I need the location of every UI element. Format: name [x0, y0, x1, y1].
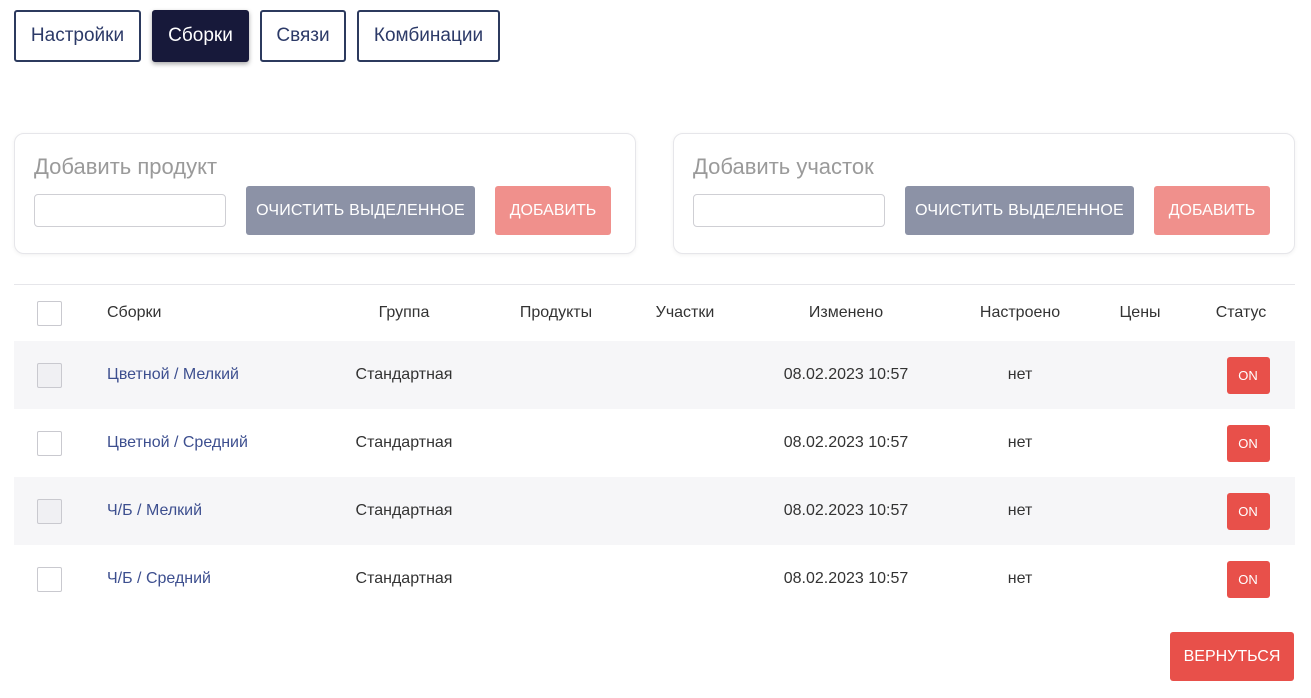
column-header-prices[interactable]: Цены — [1110, 285, 1170, 341]
areas-cell — [640, 409, 730, 477]
add-area-button[interactable]: ДОБАВИТЬ — [1154, 186, 1270, 235]
products-cell — [500, 409, 612, 477]
assembly-name-link[interactable]: Цветной / Средний — [107, 434, 248, 452]
add-area-title: Добавить участок — [693, 154, 874, 179]
group-cell: Стандартная — [355, 434, 453, 451]
add-product-card: Добавить продукт ОЧИСТИТЬ ВЫДЕЛЕННОЕ ДОБ… — [14, 133, 636, 254]
prices-cell — [1110, 477, 1170, 545]
prices-cell — [1110, 545, 1170, 613]
areas-cell — [640, 545, 730, 613]
select-all-checkbox[interactable] — [37, 301, 62, 326]
configured-cell: нет — [1007, 434, 1033, 451]
add-product-title: Добавить продукт — [34, 154, 218, 179]
add-area-card: Добавить участок ОЧИСТИТЬ ВЫДЕЛЕННОЕ ДОБ… — [673, 133, 1295, 254]
tab-links[interactable]: Связи — [260, 10, 346, 62]
status-toggle[interactable]: ON — [1226, 356, 1270, 394]
modified-cell: 08.02.2023 10:57 — [783, 502, 909, 519]
prices-cell — [1110, 409, 1170, 477]
row-checkbox[interactable] — [37, 499, 62, 524]
status-toggle[interactable]: ON — [1226, 560, 1270, 598]
assemblies-table: Сборки Группа Продукты Участки Изменено … — [14, 284, 1295, 613]
table-row: Ч/Б / Мелкий Стандартная 08.02.2023 10:5… — [14, 477, 1295, 545]
group-cell: Стандартная — [355, 502, 453, 519]
table-row: Ч/Б / Средний Стандартная 08.02.2023 10:… — [14, 545, 1295, 613]
tab-settings[interactable]: Настройки — [14, 10, 141, 62]
tab-combinations[interactable]: Комбинации — [357, 10, 500, 62]
modified-cell: 08.02.2023 10:57 — [783, 570, 909, 587]
column-header-areas[interactable]: Участки — [640, 285, 730, 341]
column-header-assemblies[interactable]: Сборки — [107, 285, 161, 341]
configured-cell: нет — [1007, 366, 1033, 383]
row-checkbox[interactable] — [37, 363, 62, 388]
column-header-products[interactable]: Продукты — [500, 285, 612, 341]
modified-cell: 08.02.2023 10:57 — [783, 434, 909, 451]
tab-bar: Настройки Сборки Связи Комбинации — [14, 10, 511, 62]
table-row: Цветной / Средний Стандартная 08.02.2023… — [14, 409, 1295, 477]
areas-cell — [640, 477, 730, 545]
add-product-input[interactable] — [34, 194, 226, 227]
assembly-name-link[interactable]: Цветной / Мелкий — [107, 366, 239, 384]
prices-cell — [1110, 341, 1170, 409]
add-area-input[interactable] — [693, 194, 885, 227]
status-toggle[interactable]: ON — [1226, 492, 1270, 530]
configured-cell: нет — [1007, 570, 1033, 587]
row-checkbox[interactable] — [37, 567, 62, 592]
table-row: Цветной / Мелкий Стандартная 08.02.2023 … — [14, 341, 1295, 409]
row-checkbox[interactable] — [37, 431, 62, 456]
assembly-name-link[interactable]: Ч/Б / Средний — [107, 570, 211, 588]
products-cell — [500, 545, 612, 613]
clear-selected-areas-button[interactable]: ОЧИСТИТЬ ВЫДЕЛЕННОЕ — [905, 186, 1134, 235]
column-header-configured[interactable]: Настроено — [964, 285, 1076, 341]
back-button[interactable]: ВЕРНУТЬСЯ — [1170, 632, 1294, 681]
products-cell — [500, 341, 612, 409]
column-header-modified[interactable]: Изменено — [766, 285, 926, 341]
areas-cell — [640, 341, 730, 409]
clear-selected-products-button[interactable]: ОЧИСТИТЬ ВЫДЕЛЕННОЕ — [246, 186, 475, 235]
configured-cell: нет — [1007, 502, 1033, 519]
status-toggle[interactable]: ON — [1226, 424, 1270, 462]
add-product-button[interactable]: ДОБАВИТЬ — [495, 186, 611, 235]
group-cell: Стандартная — [355, 570, 453, 587]
column-header-group[interactable]: Группа — [340, 285, 468, 341]
products-cell — [500, 477, 612, 545]
group-cell: Стандартная — [355, 366, 453, 383]
modified-cell: 08.02.2023 10:57 — [783, 366, 909, 383]
assembly-name-link[interactable]: Ч/Б / Мелкий — [107, 502, 202, 520]
table-header: Сборки Группа Продукты Участки Изменено … — [14, 284, 1295, 341]
column-header-status[interactable]: Статус — [1210, 285, 1272, 341]
tab-assemblies[interactable]: Сборки — [152, 10, 249, 62]
